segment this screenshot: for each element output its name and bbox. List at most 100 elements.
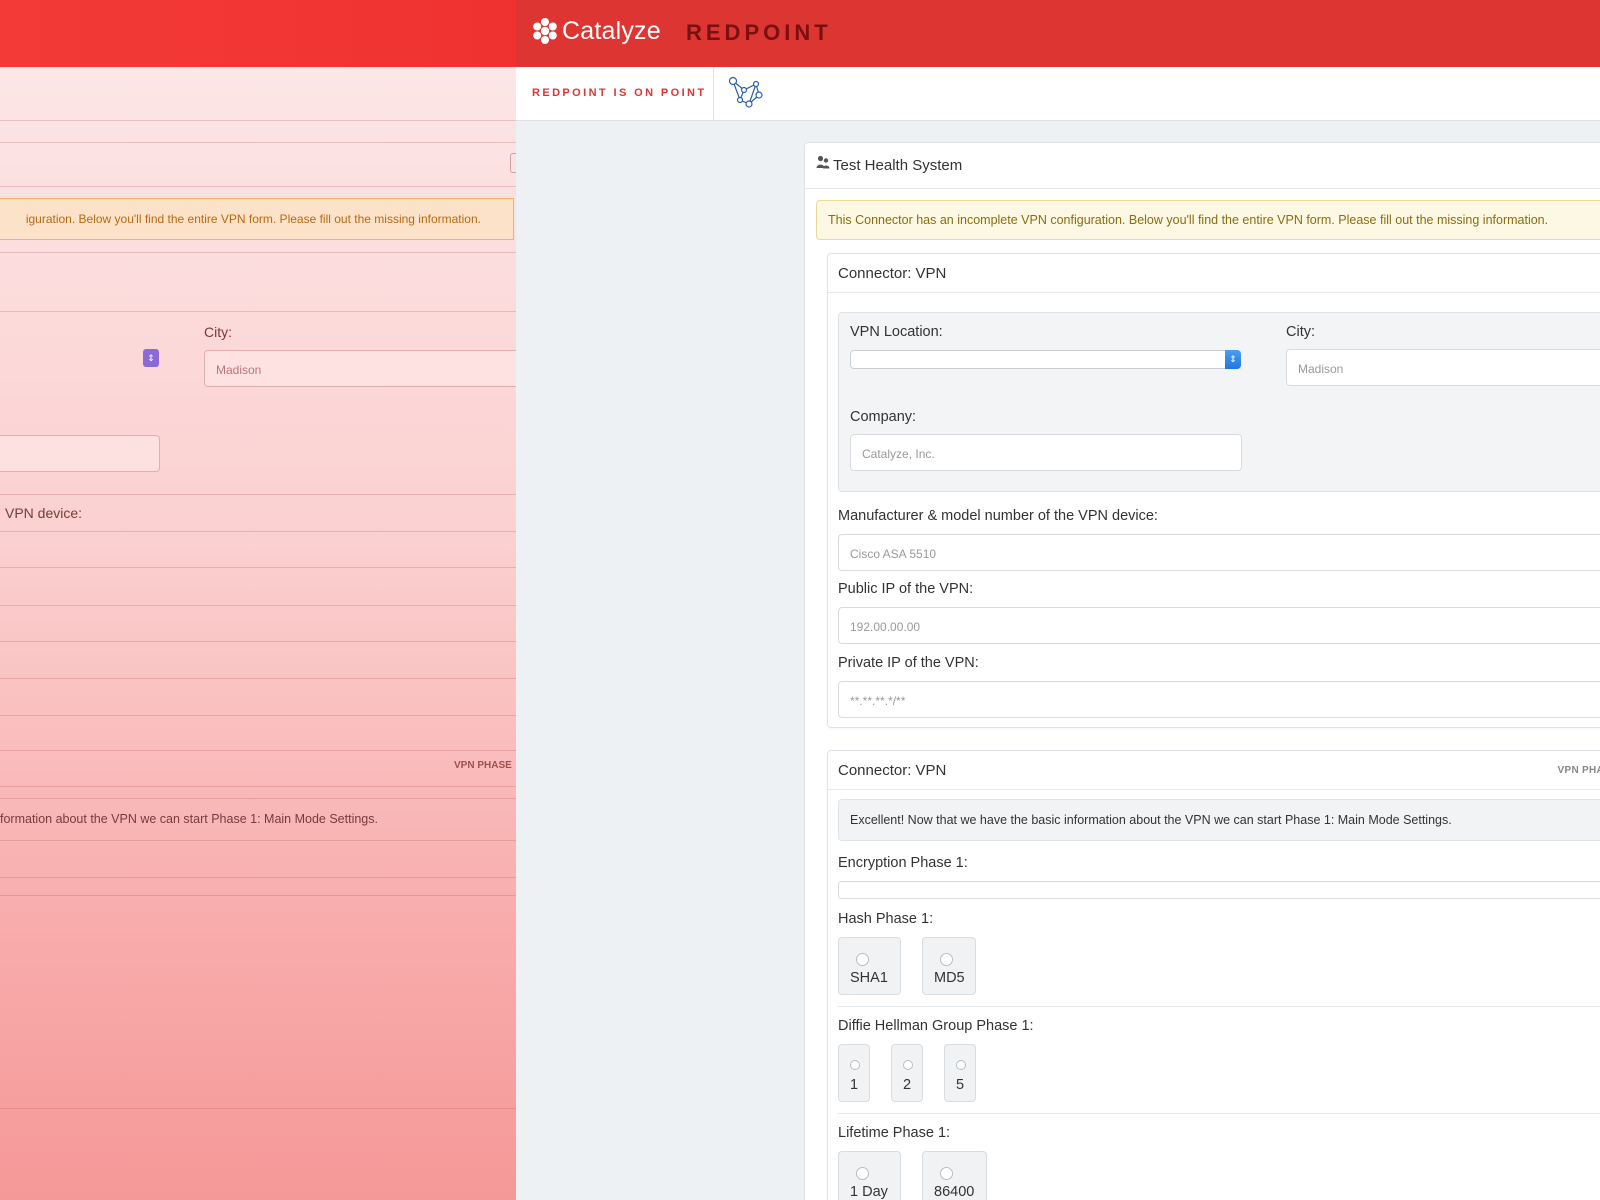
- sub-navigation: REDPOINT IS ON POINT: [516, 67, 1600, 121]
- lifetime-option-label: 1 Day: [850, 1184, 888, 1200]
- overlay-divider: [0, 311, 516, 312]
- overlay-info-text: formation about the VPN we can start Pha…: [0, 812, 378, 826]
- hash-option-sha1[interactable]: SHA1: [838, 937, 901, 995]
- card-header: Connector: VPN V: [828, 254, 1600, 293]
- company-input[interactable]: Catalyze, Inc.: [850, 434, 1242, 471]
- vpn-connector-card: Connector: VPN V VPN Location: ⇕ City: M…: [827, 253, 1600, 728]
- card-title: Connector: VPN: [838, 762, 947, 779]
- radio-circle-icon: [903, 1060, 913, 1070]
- hash-label: Hash Phase 1:: [838, 911, 934, 927]
- overlay-divider: [0, 786, 516, 787]
- catalyze-logo-icon: [533, 18, 557, 44]
- network-icon[interactable]: [727, 75, 765, 109]
- radio-circle-icon: [856, 1167, 869, 1180]
- overlay-divider: [0, 895, 516, 896]
- users-icon: [816, 155, 830, 169]
- section-divider: [838, 1113, 1600, 1114]
- hash-option-md5[interactable]: MD5: [922, 937, 976, 995]
- lifetime-label: Lifetime Phase 1:: [838, 1125, 951, 1141]
- card-header: Connector: VPN VPN PHASE: [828, 751, 1600, 790]
- top-bar: Catalyze REDPOINT: [516, 0, 1600, 67]
- overlay-alert: iguration. Below you'll find the entire …: [0, 198, 514, 240]
- vpn-location-select[interactable]: ⇕: [850, 350, 1241, 369]
- overlay-divider: [0, 715, 516, 716]
- encryption-label: Encryption Phase 1:: [838, 855, 968, 871]
- overlay-topbar: [0, 0, 516, 67]
- health-system-panel: Test Health System This Connector has an…: [804, 142, 1600, 1200]
- overlay-divider: [0, 252, 516, 253]
- encryption-field[interactable]: [838, 881, 1600, 899]
- dh-option-1[interactable]: 1: [838, 1044, 870, 1102]
- app-window: Catalyze REDPOINT REDPOINT IS ON POINT T…: [516, 0, 1600, 1200]
- overlay-divider: [0, 877, 516, 878]
- overlay-divider: [0, 567, 516, 568]
- lifetime-option-label: 86400: [934, 1184, 975, 1200]
- private-ip-input[interactable]: **.**.**.*/**: [838, 681, 1600, 718]
- overlay-divider: [0, 840, 516, 841]
- radio-circle-icon: [850, 1060, 860, 1070]
- radio-circle-icon: [956, 1060, 966, 1070]
- page-title: Test Health System: [833, 157, 963, 174]
- hash-option-label: MD5: [934, 970, 965, 986]
- vpn-phase-card: Connector: VPN VPN PHASE Excellent! Now …: [827, 750, 1600, 1200]
- company-label: Company:: [850, 409, 917, 425]
- overlay-divider: [0, 142, 516, 143]
- alert-text: This Connector has an incomplete VPN con…: [828, 213, 1549, 227]
- overlay-divider: [0, 186, 516, 187]
- panel-header: Test Health System: [805, 143, 1600, 189]
- overlay-divider: [0, 120, 516, 121]
- overlay-city-label: City:: [204, 324, 232, 340]
- city-label: City:: [1286, 324, 1315, 340]
- radio-circle-icon: [940, 953, 953, 966]
- dh-option-2[interactable]: 2: [891, 1044, 923, 1102]
- radio-circle-icon: [856, 953, 869, 966]
- overlay-company-input: [0, 435, 160, 472]
- manufacturer-label: Manufacturer & model number of the VPN d…: [838, 508, 1158, 524]
- overlay-device-label: VPN device:: [5, 505, 83, 521]
- lifetime-option-86400[interactable]: 86400: [922, 1151, 987, 1200]
- overlay-city-placeholder: Madison: [216, 363, 262, 377]
- public-ip-placeholder: 192.00.00.00: [850, 620, 921, 634]
- overlay-divider: [0, 798, 516, 799]
- section-divider: [838, 1006, 1600, 1007]
- overlay-phase-meta: VPN PHASE: [454, 760, 512, 771]
- public-ip-label: Public IP of the VPN:: [838, 581, 974, 597]
- dh-option-5[interactable]: 5: [944, 1044, 976, 1102]
- overlay-divider: [0, 641, 516, 642]
- overlay-divider: [0, 605, 516, 606]
- location-section: VPN Location: ⇕ City: Madison Company: C…: [838, 312, 1600, 492]
- dh-option-label: 5: [956, 1077, 965, 1093]
- manufacturer-placeholder: Cisco ASA 5510: [850, 547, 937, 561]
- overlay-divider: [0, 494, 516, 495]
- hash-option-label: SHA1: [850, 970, 888, 986]
- tagline[interactable]: REDPOINT IS ON POINT: [532, 87, 707, 99]
- lifetime-option-1-day[interactable]: 1 Day: [838, 1151, 901, 1200]
- background-window-overlay: iguration. Below you'll find the entire …: [0, 0, 516, 1200]
- manufacturer-input[interactable]: Cisco ASA 5510: [838, 534, 1600, 571]
- overlay-city-input: Madison: [204, 350, 516, 387]
- phase-info-text: Excellent! Now that we have the basic in…: [850, 813, 1452, 827]
- catalyze-logo[interactable]: Catalyze: [530, 16, 661, 46]
- city-placeholder: Madison: [1298, 362, 1344, 376]
- overlay-divider: [0, 531, 516, 532]
- radio-circle-icon: [940, 1167, 953, 1180]
- overlay-divider: [0, 1108, 516, 1109]
- card-meta: VPN PHASE: [1557, 765, 1600, 776]
- vpn-location-label: VPN Location:: [850, 324, 943, 340]
- select-chevron-icon: ⇕: [1225, 350, 1241, 369]
- overlay-alert-text: iguration. Below you'll find the entire …: [25, 212, 481, 226]
- city-input[interactable]: Madison: [1286, 349, 1600, 386]
- overlay-select-chevron-icon: ⇕: [143, 349, 159, 367]
- overlay-divider: [0, 678, 516, 679]
- public-ip-input[interactable]: 192.00.00.00: [838, 607, 1600, 644]
- card-title: Connector: VPN: [838, 265, 947, 282]
- overlay-divider: [0, 750, 516, 751]
- private-ip-placeholder: **.**.**.*/**: [850, 694, 906, 708]
- incomplete-config-alert: This Connector has an incomplete VPN con…: [816, 200, 1600, 240]
- brand-title: REDPOINT: [686, 20, 832, 45]
- dh-option-label: 2: [903, 1077, 912, 1093]
- private-ip-label: Private IP of the VPN:: [838, 655, 979, 671]
- company-placeholder: Catalyze, Inc.: [862, 447, 935, 461]
- subnav-divider: [713, 67, 714, 120]
- logo-text: Catalyze: [562, 16, 661, 45]
